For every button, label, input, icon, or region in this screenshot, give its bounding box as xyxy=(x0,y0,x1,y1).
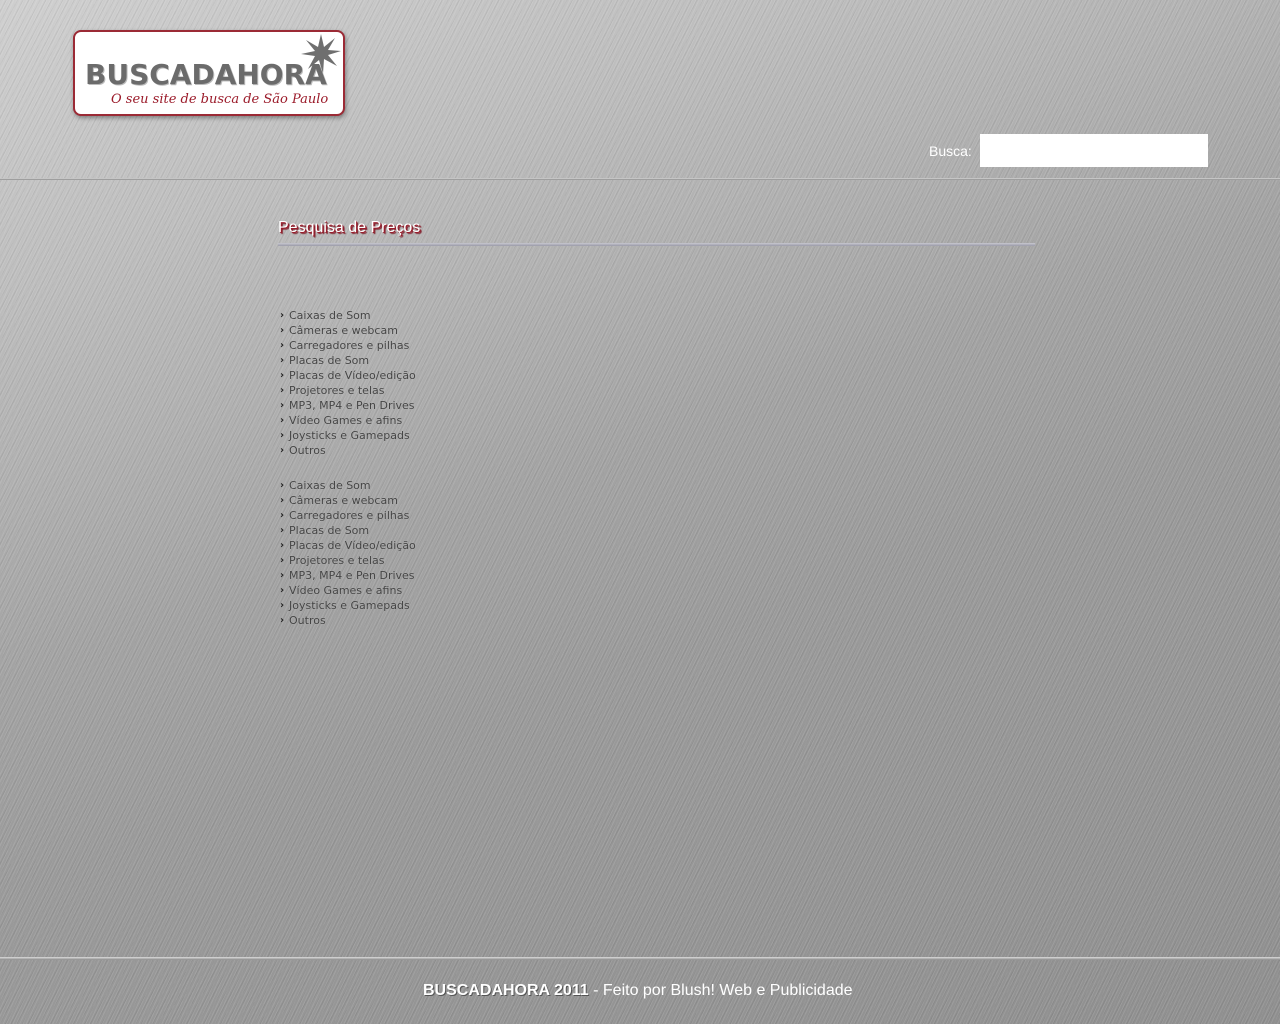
logo-slogan: O seu site de busca de São Paulo xyxy=(111,92,329,107)
category-link[interactable]: › Vídeo Games e afins xyxy=(280,413,416,428)
chevron-right-icon: › xyxy=(280,570,285,581)
footer: BUSCADAHORA 2011 - Feito por Blush! Web … xyxy=(423,982,853,1000)
category-link[interactable]: › Câmeras e webcam xyxy=(280,493,416,508)
category-link[interactable]: › Vídeo Games e afins xyxy=(280,583,416,598)
page-title: Pesquisa de Preços xyxy=(278,219,421,236)
category-list-bottom: › Caixas de Som › Câmeras e webcam › Carreg… xyxy=(280,478,416,628)
search-input[interactable] xyxy=(980,134,1208,167)
header-divider xyxy=(0,178,1280,180)
chevron-right-icon: › xyxy=(280,385,285,396)
chevron-right-icon: › xyxy=(280,325,285,336)
chevron-right-icon: › xyxy=(280,370,285,381)
chevron-right-icon: › xyxy=(280,355,285,366)
chevron-right-icon: › xyxy=(280,615,285,626)
chevron-right-icon: › xyxy=(280,310,285,321)
category-link[interactable]: › Projetores e telas xyxy=(280,553,416,568)
category-link[interactable]: › Caixas de Som xyxy=(280,478,416,493)
footer-divider xyxy=(0,957,1280,960)
chevron-right-icon: › xyxy=(280,400,285,411)
category-link[interactable]: › Placas de Som xyxy=(280,353,416,368)
category-link[interactable]: › MP3, MP4 e Pen Drives xyxy=(280,568,416,583)
chevron-right-icon: › xyxy=(280,445,285,456)
category-link[interactable]: › Carregadores e pilhas xyxy=(280,338,416,353)
category-link[interactable]: › Projetores e telas xyxy=(280,383,416,398)
chevron-right-icon: › xyxy=(280,415,285,426)
category-link[interactable]: › Placas de Vídeo/edição xyxy=(280,538,416,553)
category-link[interactable]: › Placas de Vídeo/edição xyxy=(280,368,416,383)
chevron-right-icon: › xyxy=(280,480,285,491)
category-link[interactable]: › Joysticks e Gamepads xyxy=(280,598,416,613)
category-link[interactable]: › Carregadores e pilhas xyxy=(280,508,416,523)
chevron-right-icon: › xyxy=(280,540,285,551)
category-link[interactable]: › Placas de Som xyxy=(280,523,416,538)
category-link[interactable]: › Outros xyxy=(280,613,416,628)
footer-credit-link[interactable]: - Feito por Blush! Web e Publicidade xyxy=(589,982,852,999)
category-link[interactable]: › Outros xyxy=(280,443,416,458)
logo-name: BUSCADAHORA xyxy=(85,58,327,91)
chevron-right-icon: › xyxy=(280,430,285,441)
chevron-right-icon: › xyxy=(280,525,285,536)
chevron-right-icon: › xyxy=(280,495,285,506)
footer-brand: BUSCADAHORA 2011 xyxy=(423,982,589,999)
category-list-top: › Caixas de Som › Câmeras e webcam › Carreg… xyxy=(280,308,416,458)
chevron-right-icon: › xyxy=(280,340,285,351)
chevron-right-icon: › xyxy=(280,600,285,611)
site-logo[interactable]: BUSCADAHORA O seu site de busca de São P… xyxy=(73,30,345,116)
search-label: Busca: xyxy=(929,143,972,159)
chevron-right-icon: › xyxy=(280,555,285,566)
category-link[interactable]: › Caixas de Som xyxy=(280,308,416,323)
category-link[interactable]: › Câmeras e webcam xyxy=(280,323,416,338)
chevron-right-icon: › xyxy=(280,510,285,521)
title-underline xyxy=(278,243,1035,246)
chevron-right-icon: › xyxy=(280,585,285,596)
category-link[interactable]: › Joysticks e Gamepads xyxy=(280,428,416,443)
category-link[interactable]: › MP3, MP4 e Pen Drives xyxy=(280,398,416,413)
